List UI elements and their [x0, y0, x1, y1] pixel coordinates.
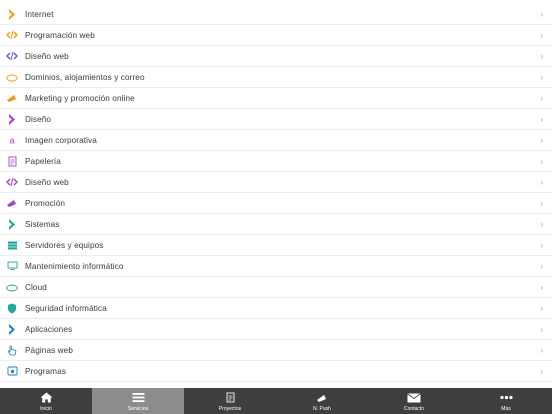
chevron-right-icon: ›: [540, 261, 543, 271]
chevron-right-icon: ›: [540, 51, 543, 61]
svg-text:a: a: [9, 136, 14, 146]
chevron-right-icon: ›: [540, 366, 543, 376]
cloud-icon: [6, 281, 18, 293]
tab-megaphone[interactable]: N. Push: [276, 388, 368, 414]
shield-icon: [6, 302, 18, 314]
chevron-right-icon: ›: [540, 30, 543, 40]
cloud-icon: [6, 71, 18, 83]
chevron-right-icon: ›: [540, 114, 543, 124]
list-item[interactable]: Seguridad informática ›: [0, 298, 552, 319]
list-item-label: Marketing y promoción online: [25, 93, 135, 103]
code-icon: [6, 29, 18, 41]
list-item-label: Diseño web: [25, 51, 69, 61]
window-icon: [6, 365, 18, 377]
list-item[interactable]: Diseño web ›: [0, 172, 552, 193]
tab-more[interactable]: Más: [460, 388, 552, 414]
tab-label: Más: [501, 405, 511, 412]
home-icon: [40, 391, 53, 405]
list-item[interactable]: Diseño ›: [0, 109, 552, 130]
list-item[interactable]: Promoción ›: [0, 193, 552, 214]
chevron-right-icon: ›: [540, 72, 543, 82]
chevron-right-icon: ›: [540, 324, 543, 334]
tab-label: Inicio: [40, 405, 52, 412]
tab-label: Contacto: [403, 405, 424, 412]
list-item[interactable]: Sistemas ›: [0, 214, 552, 235]
list-item[interactable]: Marketing y promoción online ›: [0, 88, 552, 109]
letter-a-icon: a: [6, 134, 18, 146]
code-icon: [6, 50, 18, 62]
chevron-right-icon: ›: [540, 303, 543, 313]
list-item[interactable]: Mantenimiento informático ›: [0, 256, 552, 277]
list-item-label: Seguridad informática: [25, 303, 107, 313]
megaphone-icon: [6, 92, 18, 104]
chevron-icon: [6, 323, 18, 335]
list-item[interactable]: Diseño web ›: [0, 46, 552, 67]
document-icon: [226, 391, 235, 405]
tab-label: N. Push: [313, 405, 331, 412]
list-item[interactable]: Programación web ›: [0, 25, 552, 46]
tab-bar: Inicio Servicios Proyectos N. Push Contacto M…: [0, 388, 552, 414]
list-item-label: Diseño: [25, 114, 52, 124]
list-item-label: Servidores y equipos: [25, 240, 104, 250]
list-item-label: Programación web: [25, 30, 95, 40]
tab-menu[interactable]: Servicios: [92, 388, 184, 414]
server-icon: [6, 239, 18, 251]
list-item[interactable]: Dominios, alojamientos y correo ›: [0, 67, 552, 88]
chevron-right-icon: ›: [540, 177, 543, 187]
list-item[interactable]: Servidores y equipos ›: [0, 235, 552, 256]
chevron-right-icon: ›: [540, 9, 543, 19]
chevron-icon: [6, 113, 18, 125]
code-icon: [6, 176, 18, 188]
tab-home[interactable]: Inicio: [0, 388, 92, 414]
monitor-icon: [6, 260, 18, 272]
list-item[interactable]: Programas ›: [0, 361, 552, 382]
services-list: Internet › Programación web › Diseño web › Dom…: [0, 4, 552, 382]
chevron-right-icon: ›: [540, 93, 543, 103]
list-item[interactable]: Cloud ›: [0, 277, 552, 298]
tab-label: Servicios: [127, 405, 149, 412]
chevron-right-icon: ›: [540, 156, 543, 166]
chevron-right-icon: ›: [540, 240, 543, 250]
chevron-right-icon: ›: [540, 198, 543, 208]
megaphone-icon: [6, 197, 18, 209]
menu-icon: [132, 391, 145, 405]
list-item-label: Sistemas: [25, 219, 60, 229]
tab-label: Proyectos: [218, 405, 242, 412]
list-item-label: Internet: [25, 9, 54, 19]
list-item-label: Papelería: [25, 156, 61, 166]
megaphone-icon: [316, 391, 328, 405]
list-item-label: Dominios, alojamientos y correo: [25, 72, 145, 82]
list-item-label: Aplicaciones: [25, 324, 73, 334]
list-item-label: Imagen corporativa: [25, 135, 97, 145]
list-item-label: Programas: [25, 366, 66, 376]
chevron-right-icon: ›: [540, 135, 543, 145]
tab-envelope[interactable]: Contacto: [368, 388, 460, 414]
document-icon: [6, 155, 18, 167]
chevron-right-icon: ›: [540, 282, 543, 292]
list-item[interactable]: Internet ›: [0, 4, 552, 25]
more-icon: [499, 391, 513, 405]
list-item-label: Páginas web: [25, 345, 73, 355]
list-item-label: Mantenimiento informático: [25, 261, 124, 271]
tab-document[interactable]: Proyectos: [184, 388, 276, 414]
envelope-icon: [407, 391, 421, 405]
chevron-right-icon: ›: [540, 345, 543, 355]
list-item[interactable]: Aplicaciones ›: [0, 319, 552, 340]
chevron-icon: [6, 8, 18, 20]
hand-icon: [6, 344, 18, 356]
list-item[interactable]: Páginas web ›: [0, 340, 552, 361]
list-item-label: Promoción: [25, 198, 66, 208]
list-item-label: Diseño web: [25, 177, 69, 187]
chevron-right-icon: ›: [540, 219, 543, 229]
list-item[interactable]: a Imagen corporativa ›: [0, 130, 552, 151]
list-item-label: Cloud: [25, 282, 47, 292]
chevron-icon: [6, 218, 18, 230]
list-item[interactable]: Papelería ›: [0, 151, 552, 172]
